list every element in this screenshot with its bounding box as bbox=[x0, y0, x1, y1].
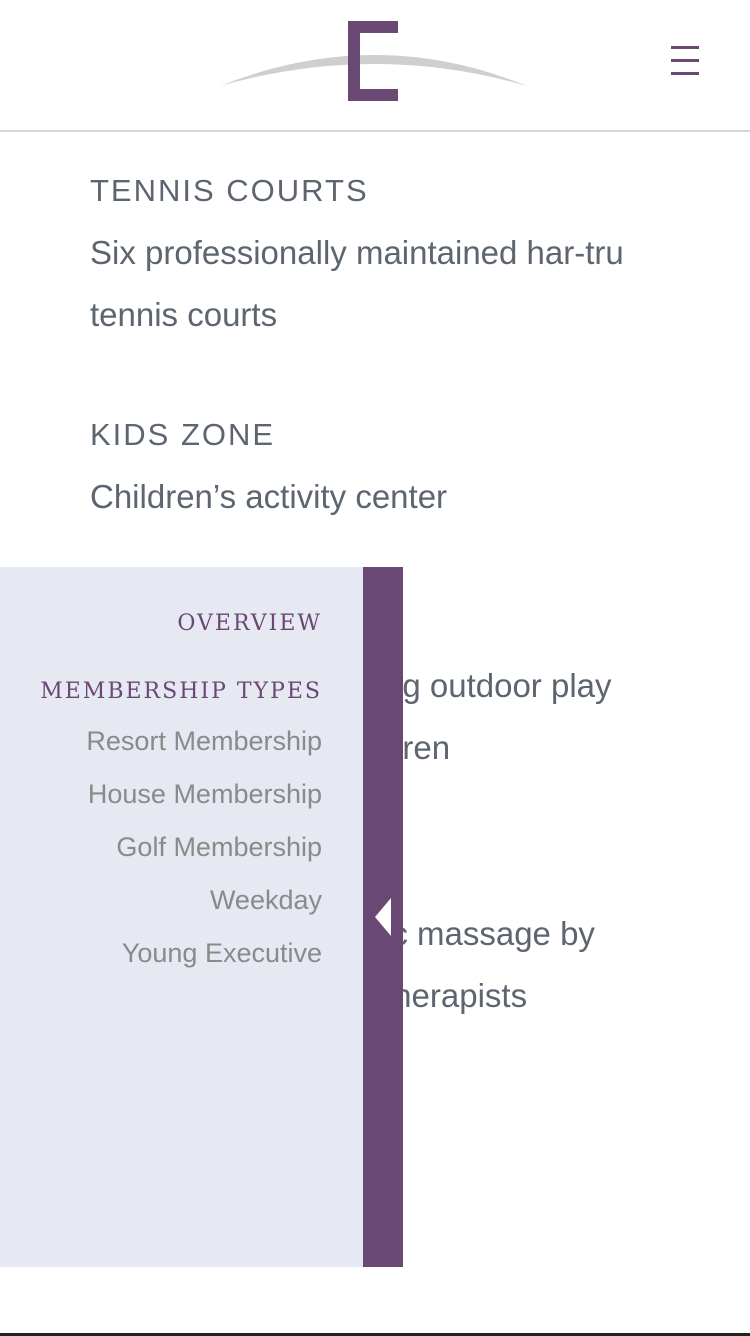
nav-item-young-executive[interactable]: Young Executive bbox=[40, 927, 322, 980]
nav-overview[interactable]: OVERVIEW bbox=[40, 607, 322, 641]
nav-item-weekday[interactable]: Weekday bbox=[40, 874, 322, 927]
club-e-logo[interactable] bbox=[215, 14, 535, 110]
amenity-description-fragment: ng outdoor play bbox=[384, 667, 612, 704]
amenity-item: TENNIS COURTS Six professionally maintai… bbox=[90, 160, 710, 346]
nav-item-house-membership[interactable]: House Membership bbox=[40, 768, 322, 821]
membership-drawer: OVERVIEW MEMBERSHIP TYPES Resort Members… bbox=[0, 567, 363, 1267]
site-header bbox=[0, 0, 750, 132]
nav-membership-types[interactable]: MEMBERSHIP TYPES bbox=[40, 675, 322, 709]
amenities-list: TENNIS COURTS Six professionally maintai… bbox=[90, 160, 710, 586]
amenity-title: TENNIS COURTS bbox=[90, 173, 369, 208]
nav-item-golf-membership[interactable]: Golf Membership bbox=[40, 821, 322, 874]
nav-item-resort-membership[interactable]: Resort Membership bbox=[40, 715, 322, 768]
amenity-description-fragment: ic massage by bbox=[384, 915, 595, 952]
amenity-item: KIDS ZONE Children’s activity center bbox=[90, 404, 710, 528]
caret-left-icon bbox=[375, 898, 391, 936]
hamburger-menu-icon[interactable] bbox=[664, 42, 706, 82]
amenity-description: Six professionally maintained har-tru te… bbox=[90, 234, 624, 333]
drawer-toggle-button[interactable] bbox=[363, 567, 403, 1267]
drawer-nav: OVERVIEW MEMBERSHIP TYPES Resort Members… bbox=[40, 607, 322, 980]
amenity-title: KIDS ZONE bbox=[90, 417, 276, 452]
amenity-description-fragment: therapists bbox=[384, 977, 528, 1014]
amenity-description: Children’s activity center bbox=[90, 478, 448, 515]
